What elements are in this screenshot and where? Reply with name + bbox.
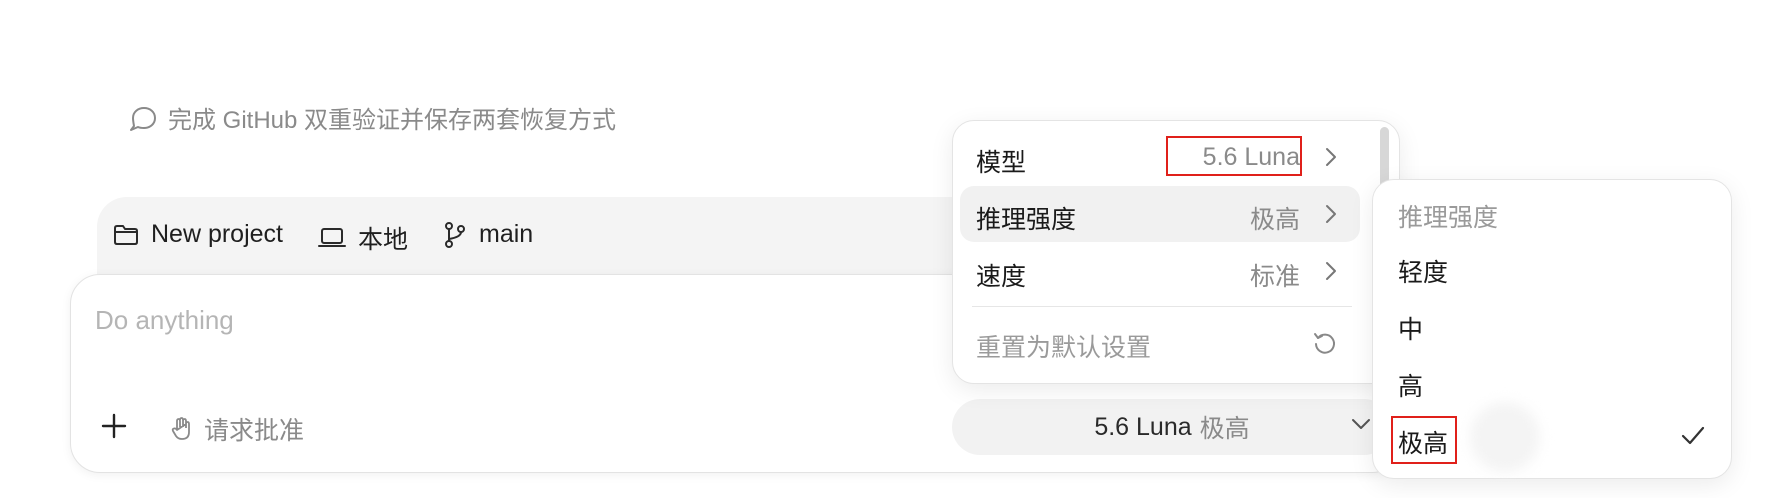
hover-indicator bbox=[1470, 402, 1540, 472]
chat-bubble-icon bbox=[128, 104, 158, 132]
chevron-right-icon bbox=[1324, 203, 1338, 225]
menu-row-speed[interactable]: 速度 标准 bbox=[960, 243, 1360, 299]
selected-option-highlight bbox=[1391, 416, 1457, 464]
git-branch-icon bbox=[443, 221, 467, 249]
chevron-down-icon bbox=[1350, 417, 1372, 431]
model-selector-pill[interactable]: 5.6 Luna 极高 bbox=[952, 399, 1392, 455]
pill-effort: 极高 bbox=[1199, 415, 1250, 443]
effort-option-light[interactable]: 轻度 bbox=[1398, 253, 1448, 289]
effort-option-high[interactable]: 高 bbox=[1398, 367, 1423, 403]
menu-row-label: 速度 bbox=[976, 263, 1027, 291]
reset-label: 重置为默认设置 bbox=[976, 334, 1152, 362]
add-button[interactable] bbox=[98, 410, 130, 442]
chevron-right-icon bbox=[1324, 146, 1338, 168]
chevron-right-icon bbox=[1324, 260, 1338, 282]
laptop-icon bbox=[318, 227, 346, 249]
branch-label: main bbox=[479, 220, 534, 248]
menu-row-value: 标准 bbox=[1249, 263, 1300, 291]
location-selector[interactable]: 本地 bbox=[318, 220, 408, 256]
project-selector[interactable]: New project bbox=[113, 220, 283, 249]
suggestion[interactable]: 完成 GitHub 双重验证并保存两套恢复方式 bbox=[128, 100, 616, 135]
hand-icon bbox=[170, 416, 194, 442]
menu-row-reasoning-effort[interactable]: 推理强度 极高 bbox=[960, 186, 1360, 242]
reset-defaults-item[interactable]: 重置为默认设置 bbox=[960, 322, 1360, 368]
menu-divider bbox=[972, 306, 1352, 307]
effort-option-medium[interactable]: 中 bbox=[1398, 310, 1423, 346]
project-label: New project bbox=[151, 220, 283, 248]
menu-row-label: 模型 bbox=[976, 149, 1027, 177]
pill-model-name: 5.6 Luna bbox=[1094, 412, 1192, 441]
reset-icon bbox=[1312, 330, 1338, 356]
approval-label: 请求批准 bbox=[204, 417, 305, 445]
submenu-header: 推理强度 bbox=[1398, 204, 1499, 232]
approval-mode-button[interactable]: 请求批准 bbox=[170, 411, 304, 447]
check-icon bbox=[1680, 425, 1706, 447]
plus-icon bbox=[98, 410, 130, 442]
menu-row-label: 推理强度 bbox=[976, 206, 1077, 234]
suggestion-text: 完成 GitHub 双重验证并保存两套恢复方式 bbox=[168, 107, 617, 134]
composer-input[interactable]: Do anything bbox=[95, 305, 234, 336]
location-label: 本地 bbox=[358, 226, 409, 254]
model-value-highlight bbox=[1166, 136, 1302, 176]
folder-icon bbox=[113, 224, 139, 246]
menu-row-value: 极高 bbox=[1249, 206, 1300, 234]
branch-selector[interactable]: main bbox=[443, 220, 533, 249]
